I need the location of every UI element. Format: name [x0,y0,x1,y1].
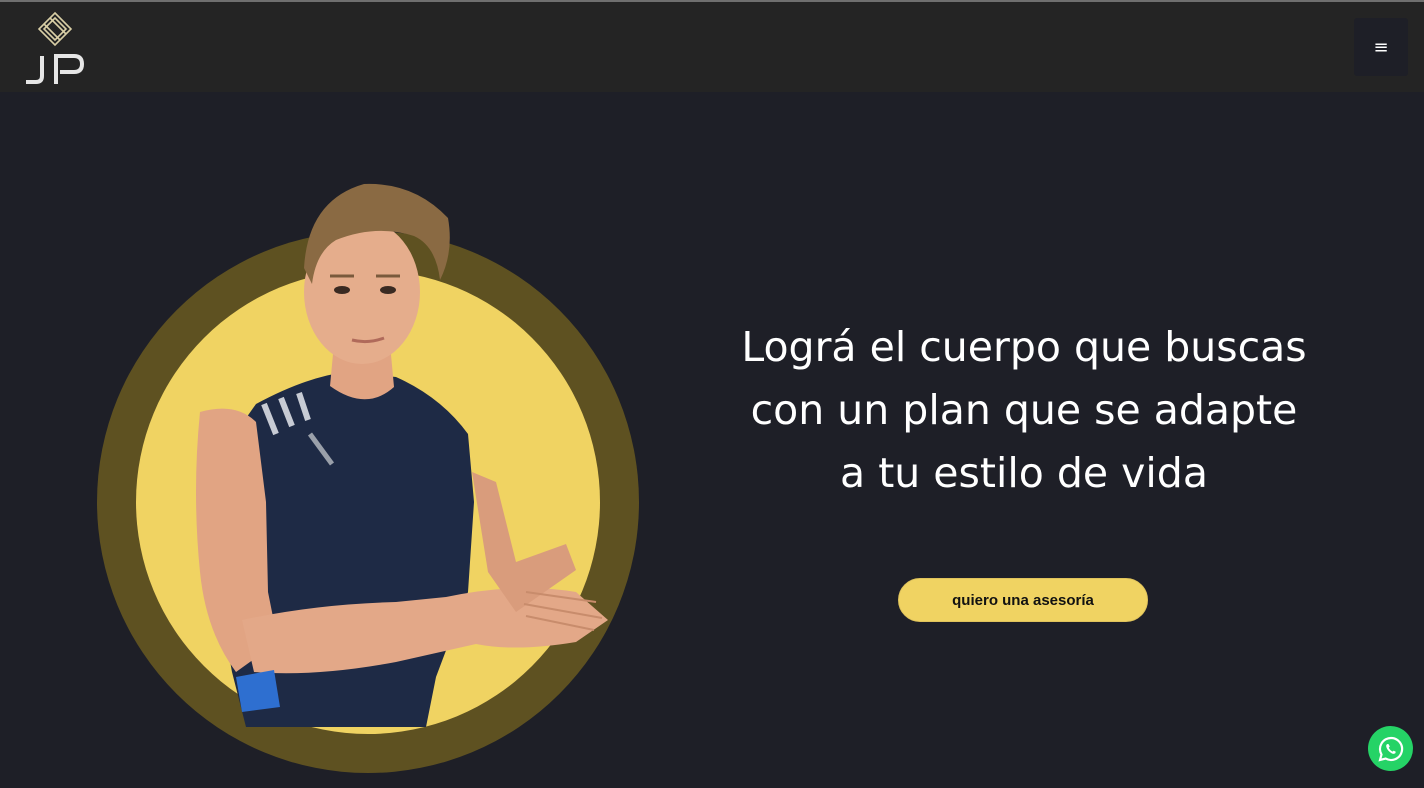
whatsapp-button[interactable] [1368,726,1413,771]
headline-line-2: con un plan que se adapte [750,386,1298,434]
brand-logo[interactable] [22,10,90,88]
cta-button[interactable]: quiero una asesoría [898,578,1148,622]
menu-button[interactable]: ≡ [1354,18,1408,76]
hero-headline: Lográ el cuerpo que buscas con un plan q… [690,316,1358,505]
whatsapp-icon [1377,736,1403,762]
navbar: ≡ [0,2,1424,92]
headline-line-1: Lográ el cuerpo que buscas [741,323,1307,371]
hamburger-icon: ≡ [1373,36,1389,58]
jp-logo-icon [26,11,85,84]
hero-image [96,172,644,776]
headline-line-3: a tu estilo de vida [840,449,1208,497]
